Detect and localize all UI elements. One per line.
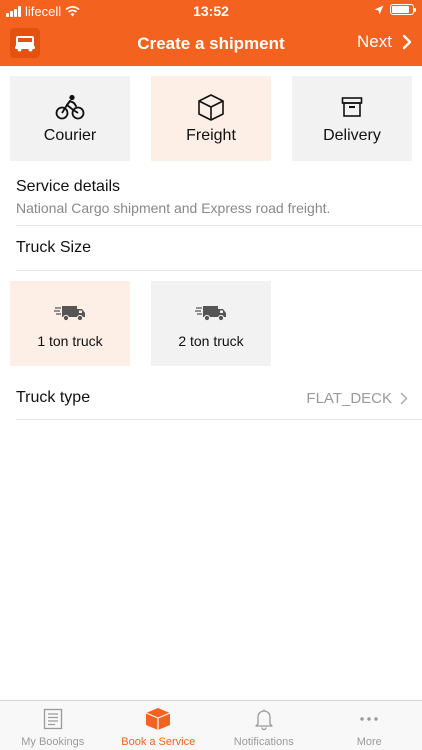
tab-notifications[interactable]: Notifications	[211, 701, 317, 750]
truck-type-label: Truck type	[16, 389, 91, 406]
chevron-right-icon	[400, 392, 408, 405]
truck-icon	[53, 299, 87, 327]
clock: 13:52	[193, 3, 229, 19]
truck-size-option-1-ton[interactable]: 1 ton truck	[10, 281, 130, 366]
next-button[interactable]: Next	[357, 32, 412, 52]
next-label: Next	[357, 32, 392, 51]
service-tile-freight[interactable]: Freight	[151, 76, 271, 161]
navigation-bar: Create a shipment Next	[0, 22, 422, 66]
tab-book-a-service[interactable]: Book a Service	[106, 701, 212, 750]
truck-type-row[interactable]: Truck type FLAT_DECK	[16, 378, 422, 420]
service-tile-label: Freight	[186, 126, 236, 144]
battery-level	[392, 6, 409, 13]
chevron-right-icon	[402, 34, 412, 50]
service-type-selector: Courier Freight Delivery	[10, 76, 412, 161]
tab-more[interactable]: More	[317, 701, 422, 750]
tab-label: My Bookings	[21, 736, 85, 748]
truck-type-value: FLAT_DECK	[306, 390, 392, 407]
tab-my-bookings[interactable]: My Bookings	[0, 701, 106, 750]
truck-size-label: 1 ton truck	[37, 332, 103, 349]
truck-icon	[194, 299, 228, 327]
service-tile-label: Courier	[43, 126, 97, 144]
truck-type-value-container: FLAT_DECK	[306, 390, 408, 407]
service-details-title: Service details	[16, 178, 121, 195]
tab-label: Notifications	[233, 736, 294, 748]
truck-size-section: Truck Size	[16, 226, 422, 271]
status-bar: lifecell 13:52	[0, 0, 422, 22]
service-tile-label: Delivery	[323, 126, 381, 144]
battery-icon	[390, 4, 416, 15]
status-right	[374, 4, 416, 15]
package-icon	[145, 706, 171, 732]
document-icon	[43, 706, 63, 732]
truck-size-selector: 1 ton truck 2 ton truck	[10, 281, 412, 366]
service-tile-courier[interactable]: Courier	[10, 76, 130, 161]
cyclist-icon	[55, 93, 85, 121]
more-icon	[359, 706, 379, 732]
truck-size-option-2-ton[interactable]: 2 ton truck	[151, 281, 271, 366]
archive-icon	[341, 93, 363, 121]
truck-size-label: Truck Size	[16, 239, 91, 256]
tab-label: More	[356, 736, 382, 748]
truck-size-label: 2 ton truck	[178, 332, 244, 349]
tab-label: Book a Service	[121, 736, 196, 748]
location-arrow-icon	[374, 5, 384, 14]
box-icon	[197, 93, 225, 121]
service-details-section: Service details National Cargo shipment …	[16, 178, 422, 226]
bell-icon	[254, 706, 274, 732]
service-details-description: National Cargo shipment and Express road…	[16, 200, 331, 216]
tab-bar: My Bookings Book a Service Notifications	[0, 700, 422, 750]
service-tile-delivery[interactable]: Delivery	[292, 76, 412, 161]
